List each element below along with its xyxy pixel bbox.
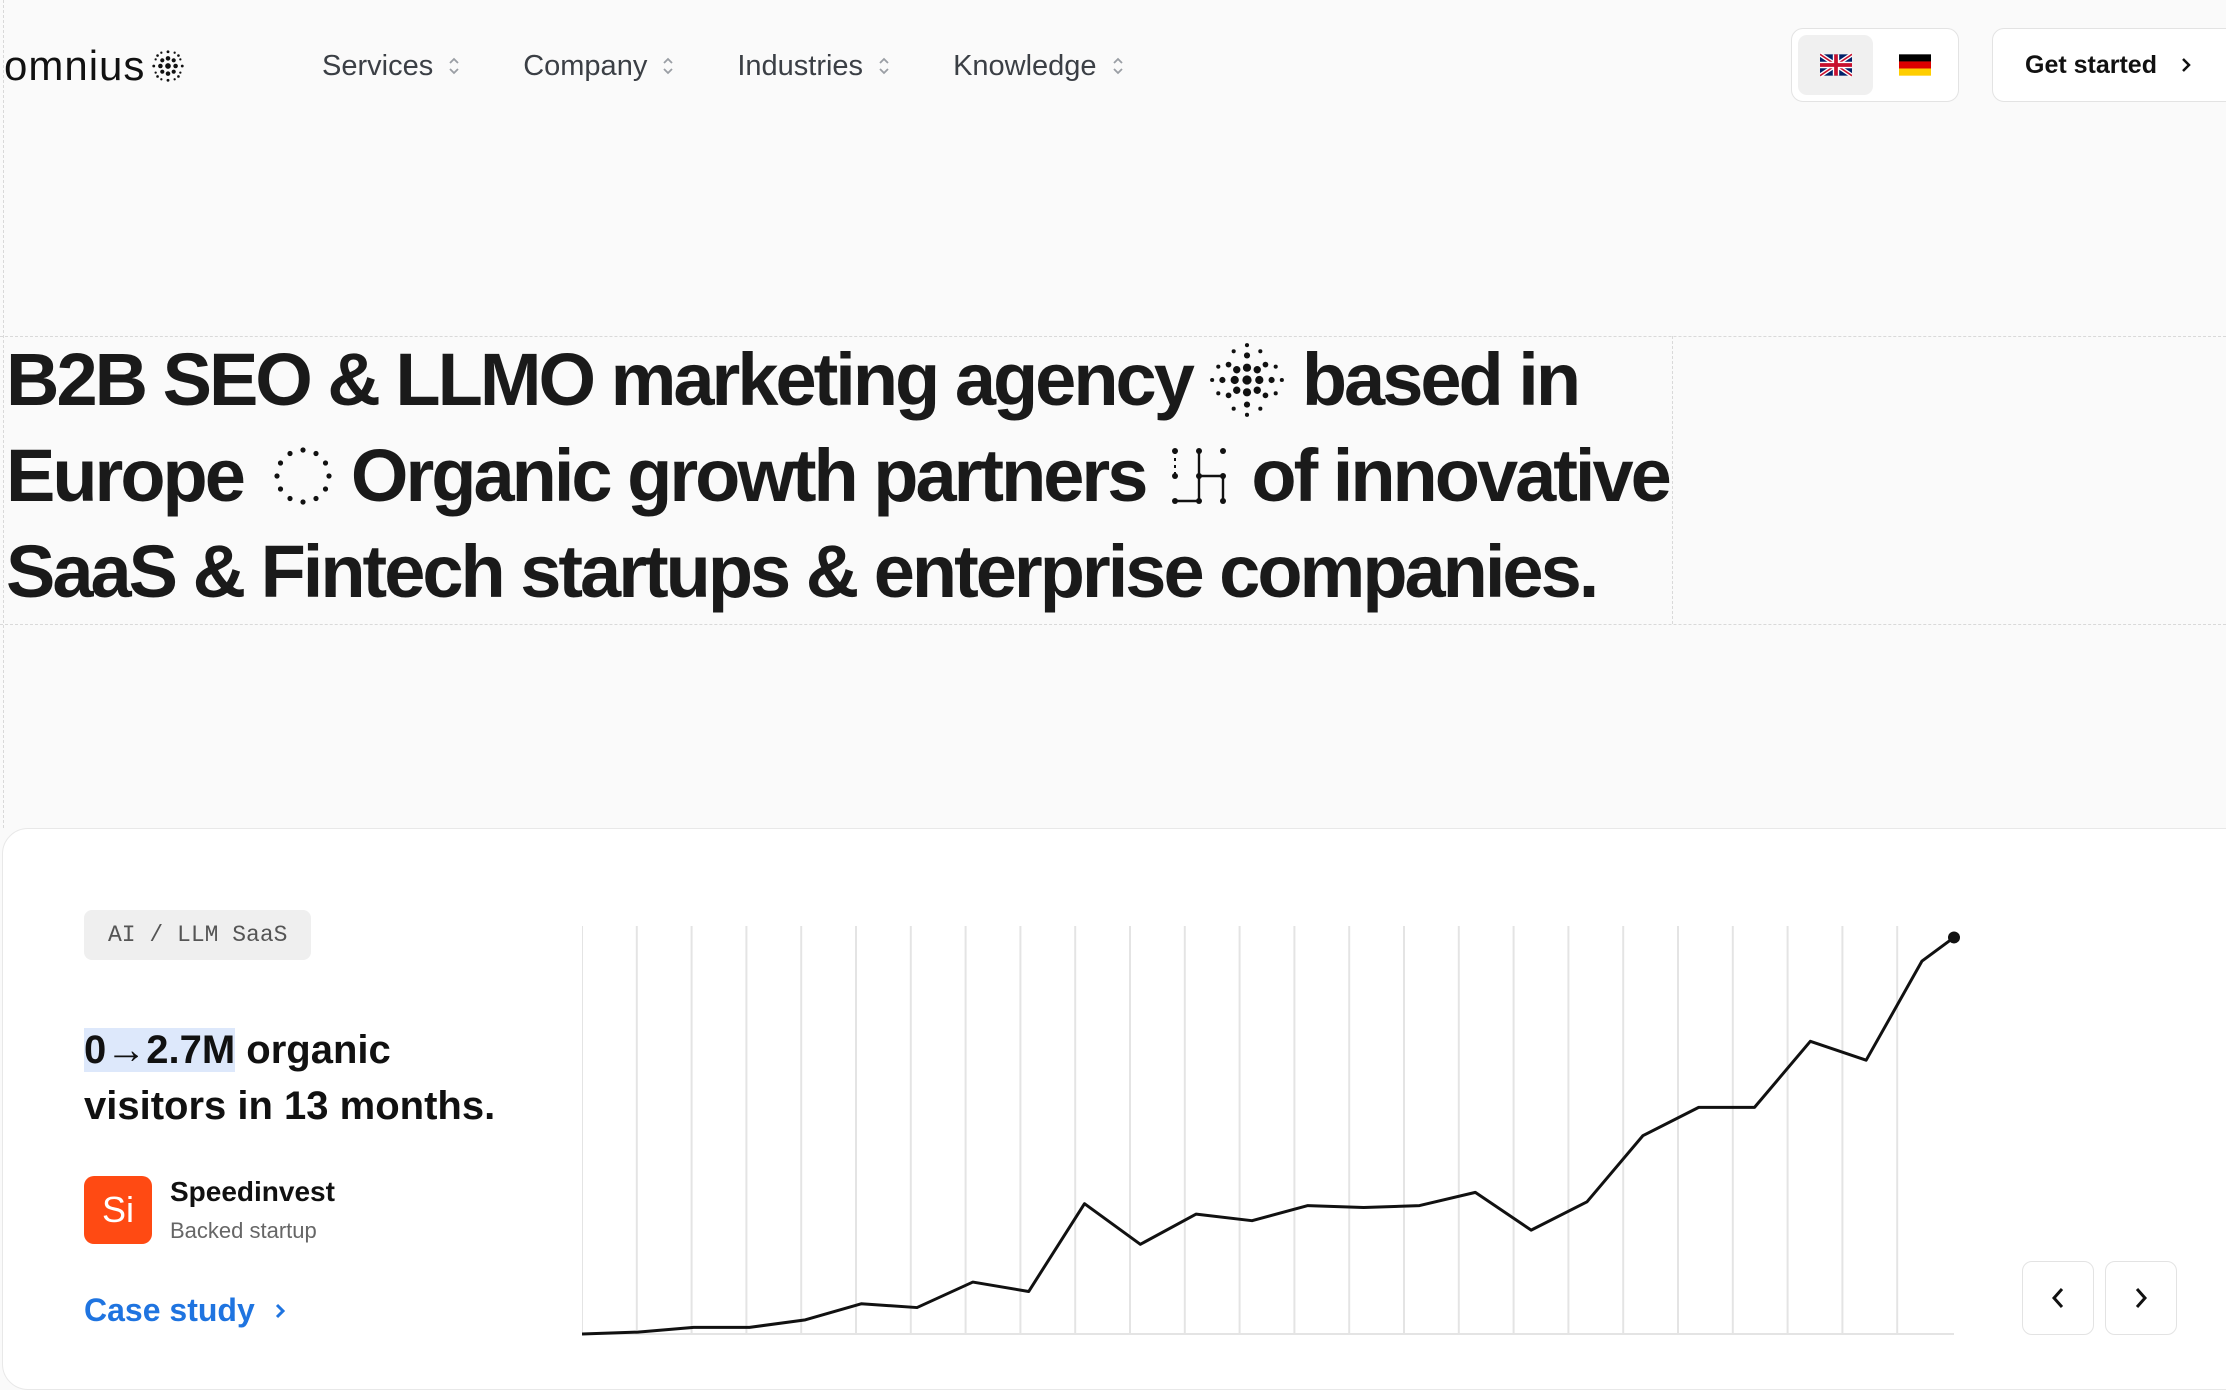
dot-sphere-icon (1206, 342, 1288, 418)
hero-text: based in (1301, 338, 1581, 421)
next-button[interactable] (2105, 1261, 2177, 1335)
hero-line-2: Europe Organic growth partners of innova… (6, 428, 1672, 524)
guide-line (0, 624, 2226, 625)
language-switcher (1791, 28, 1959, 102)
hero-heading: B2B SEO & LLMO marketing agency based in (6, 332, 1672, 620)
hero-text: B2B SEO & LLMO marketing agency (6, 338, 1195, 421)
dot-ring-icon (273, 446, 333, 506)
chevron-up-down-icon (663, 57, 673, 75)
dot-sphere-icon (152, 50, 185, 82)
hero-line-3: SaaS & Fintech startups & enterprise com… (6, 524, 1666, 620)
case-headline: 0→2.7M organic visitors in 13 months. (84, 1022, 544, 1134)
headline-text: visitors in 13 months. (84, 1084, 496, 1128)
nav-item-services[interactable]: Services (322, 50, 461, 83)
guide-line (3, 0, 4, 828)
brand-logo[interactable]: omnius (4, 40, 187, 92)
germany-flag-icon (1898, 54, 1931, 76)
industry-tag: AI / LLM SaaS (84, 910, 312, 960)
company-subtitle: Backed startup (170, 1218, 317, 1243)
hero-text: SaaS & Fintech startups & enterprise com… (6, 530, 1599, 613)
guide-line (1672, 336, 1673, 624)
connected-nodes-icon (1171, 447, 1227, 505)
headline-text: organic (235, 1028, 391, 1072)
language-option-german[interactable] (1877, 35, 1952, 95)
nav-item-label: Industries (737, 49, 864, 82)
nav-item-industries[interactable]: Industries (737, 50, 891, 83)
chevron-right-icon (2135, 1288, 2148, 1308)
hero-line-1: B2B SEO & LLMO marketing agency based in (6, 332, 1666, 428)
nav-item-company[interactable]: Company (523, 50, 675, 83)
case-study-link[interactable]: Case study (84, 1292, 287, 1329)
case-study-link-label: Case study (84, 1292, 255, 1328)
nav-item-label: Knowledge (953, 49, 1097, 82)
brand-logo-text: omnius (4, 42, 146, 89)
hero-text: Organic growth partners (350, 434, 1148, 517)
nav-item-label: Company (523, 49, 648, 82)
get-started-label: Get started (2025, 50, 2157, 79)
get-started-button[interactable]: Get started (1992, 28, 2226, 102)
chevron-up-down-icon (1112, 57, 1123, 75)
company-info: Si Speedinvest Backed startup (84, 1176, 335, 1244)
traffic-growth-chart (582, 926, 1960, 1336)
company-name: Speedinvest (170, 1176, 335, 1207)
nav-item-knowledge[interactable]: Knowledge (953, 50, 1125, 83)
previous-button[interactable] (2022, 1261, 2094, 1335)
language-option-english[interactable] (1798, 35, 1873, 95)
hero-text: Europe (6, 434, 246, 517)
chevron-up-down-icon (449, 57, 459, 75)
nav-item-label: Services (322, 49, 434, 82)
uk-flag-icon (1819, 52, 1852, 78)
main-nav: Services Company Industries Knowledge (322, 42, 1187, 90)
chevron-left-icon (2051, 1288, 2064, 1308)
company-logo: Si (84, 1176, 152, 1244)
chart-series-line (582, 936, 1955, 1336)
chevron-right-icon (2182, 58, 2191, 72)
chevron-up-down-icon (879, 57, 889, 75)
chevron-right-icon (275, 1303, 285, 1318)
hero-text: of innovative (1251, 434, 1671, 517)
chart-endpoint-dot (1948, 931, 1960, 944)
headline-highlight: 0→2.7M (84, 1028, 236, 1072)
